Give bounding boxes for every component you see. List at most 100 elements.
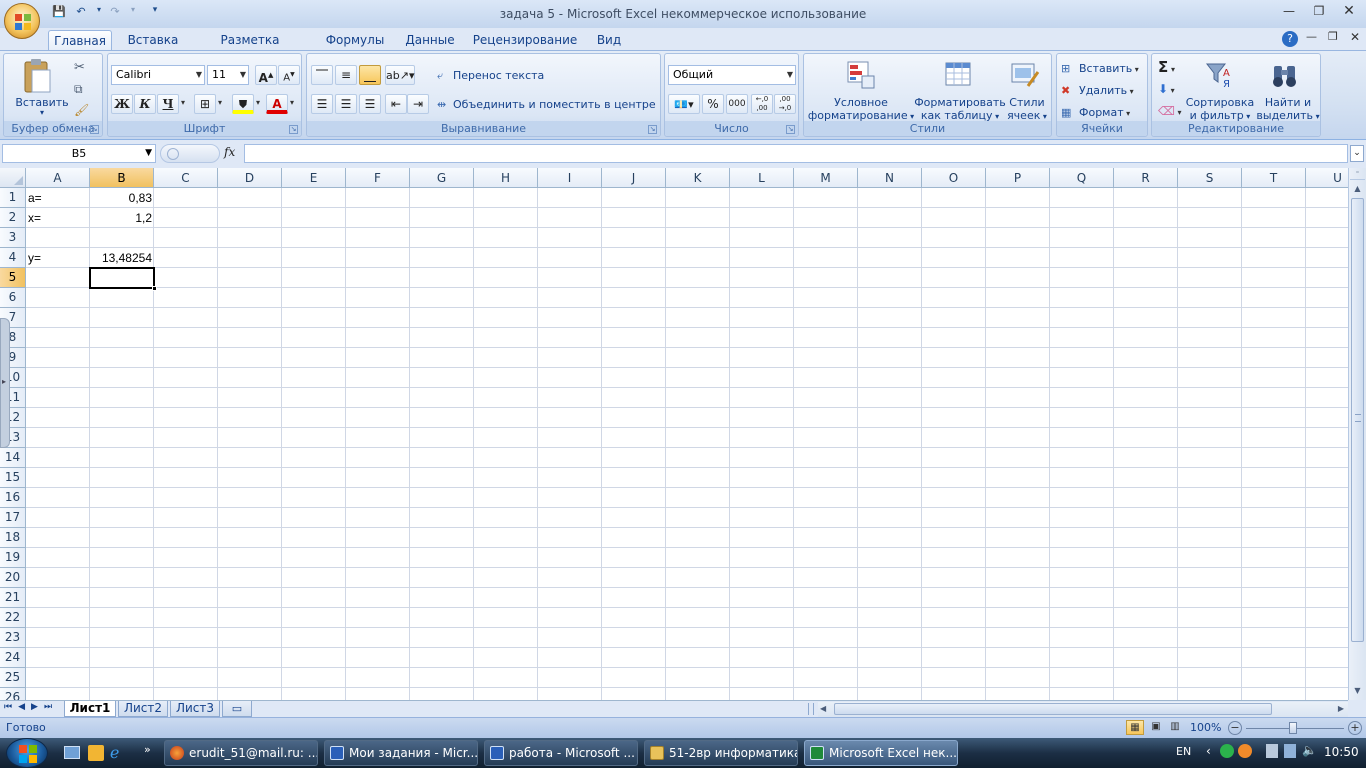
increase-decimal-button[interactable]: ←,0 ,00 (751, 94, 773, 114)
font-launcher-icon[interactable]: ↘ (289, 125, 298, 134)
next-sheet-icon[interactable]: ▶ (31, 702, 44, 712)
font-name-combo[interactable]: Calibri ▼ (111, 65, 205, 85)
formula-input[interactable] (244, 144, 1348, 163)
currency-button[interactable]: 💶▾ (668, 94, 700, 114)
language-indicator[interactable]: EN (1176, 745, 1191, 758)
row-header-3[interactable]: 3 (0, 228, 26, 248)
name-box[interactable]: B5 ▼ (2, 144, 156, 163)
scroll-up-icon[interactable]: ▲ (1350, 181, 1365, 196)
row-header-4[interactable]: 4 (0, 248, 26, 268)
fill-button[interactable]: ⬇ ▾ (1158, 82, 1175, 96)
column-header-F[interactable]: F (346, 168, 410, 188)
italic-button[interactable]: К (134, 94, 156, 114)
column-header-H[interactable]: H (474, 168, 538, 188)
column-header-T[interactable]: T (1242, 168, 1306, 188)
font-color-button[interactable]: A (266, 94, 288, 114)
column-header-C[interactable]: C (154, 168, 218, 188)
split-box[interactable]: ⁼ (1350, 168, 1365, 180)
align-center-button[interactable]: ☰ (335, 94, 357, 114)
internet-explorer-icon[interactable]: ℯ (110, 743, 119, 762)
row-header-18[interactable]: 18 (0, 528, 26, 548)
scroll-right-icon[interactable]: ▶ (1338, 704, 1344, 713)
undo-icon[interactable]: ↶ (72, 5, 90, 21)
row-header-14[interactable]: 14 (0, 448, 26, 468)
column-header-I[interactable]: I (538, 168, 602, 188)
tab-split-handle[interactable] (808, 703, 814, 715)
save-icon[interactable]: 💾 (50, 5, 68, 21)
help-icon[interactable]: ? (1282, 31, 1298, 47)
expand-formula-bar-icon[interactable]: ⌄ (1350, 145, 1364, 162)
column-header-N[interactable]: N (858, 168, 922, 188)
cell-B4[interactable]: 13,48254 (90, 248, 154, 268)
ribbon-restore-icon[interactable]: ❐ (1328, 30, 1338, 43)
zoom-in-icon[interactable]: + (1348, 721, 1362, 735)
bold-button[interactable]: Ж (111, 94, 133, 114)
ribbon-minimize-icon[interactable]: — (1306, 30, 1317, 43)
row-header-2[interactable]: 2 (0, 208, 26, 228)
decrease-decimal-button[interactable]: ,00 →,0 (774, 94, 796, 114)
merge-center-button[interactable]: ⇹Объединить и поместить в центре ▾ (437, 95, 657, 131)
copy-icon[interactable]: ⧉ (74, 82, 83, 97)
tab-insert[interactable]: Вставка (120, 30, 186, 50)
zoom-slider-thumb[interactable] (1289, 722, 1297, 734)
format-as-table-button[interactable]: Форматировать как таблицу ▾ (914, 96, 1006, 122)
clear-button[interactable]: ⌫ ▾ (1158, 104, 1182, 118)
format-cells-button[interactable]: ▦ Формат ▾ (1061, 104, 1147, 122)
row-header-22[interactable]: 22 (0, 608, 26, 628)
tab-review[interactable]: Рецензирование (470, 30, 580, 50)
close-window-button[interactable]: ✕ (1336, 2, 1362, 20)
last-sheet-icon[interactable]: ⏭ (44, 702, 58, 712)
show-desktop-icon[interactable] (64, 746, 80, 759)
sheet-tab-3[interactable]: Лист3 (170, 701, 220, 717)
cell-styles-button[interactable]: Стили ячеек ▾ (1004, 96, 1050, 122)
row-header-19[interactable]: 19 (0, 548, 26, 568)
tab-page-layout[interactable]: Разметка страницы (192, 30, 308, 67)
media-player-icon[interactable] (88, 745, 104, 761)
active-cell-B5[interactable] (89, 267, 157, 291)
row-header-1[interactable]: 1 (0, 188, 26, 208)
row-header-17[interactable]: 17 (0, 508, 26, 528)
horizontal-scroll-thumb[interactable] (834, 703, 1272, 715)
customize-qat-icon[interactable]: ▾ (146, 5, 164, 21)
cut-icon[interactable]: ✂ (74, 60, 85, 75)
increase-indent-button[interactable]: ⇥ (407, 94, 429, 114)
network-icon[interactable] (1284, 744, 1296, 758)
find-select-button[interactable]: Найти и выделить ▾ (1256, 96, 1320, 122)
column-header-Q[interactable]: Q (1050, 168, 1114, 188)
align-right-button[interactable]: ☰ (359, 94, 381, 114)
vertical-scrollbar[interactable]: ⁼ ▲ ▼ (1348, 168, 1366, 700)
column-header-E[interactable]: E (282, 168, 346, 188)
cell-A1[interactable]: a= (26, 188, 90, 208)
sheet-nav-buttons[interactable]: ⏮◀▶⏭ (4, 702, 58, 712)
normal-view-button[interactable]: ▦ (1126, 720, 1144, 735)
sheet-tab-1[interactable]: Лист1 (64, 701, 116, 717)
row-header-24[interactable]: 24 (0, 648, 26, 668)
column-header-L[interactable]: L (730, 168, 794, 188)
row-header-6[interactable]: 6 (0, 288, 26, 308)
autosum-button[interactable]: Σ ▾ (1158, 58, 1175, 76)
number-launcher-icon[interactable]: ↘ (786, 125, 795, 134)
font-size-combo[interactable]: 11 ▼ (207, 65, 249, 85)
cell-A4[interactable]: y= (26, 248, 90, 268)
side-panel-handle[interactable]: ▸ (0, 318, 10, 448)
zoom-out-icon[interactable]: − (1228, 721, 1242, 735)
format-painter-icon[interactable]: 🖌 (74, 103, 89, 117)
alignment-launcher-icon[interactable]: ↘ (648, 125, 657, 134)
row-header-21[interactable]: 21 (0, 588, 26, 608)
row-header-25[interactable]: 25 (0, 668, 26, 688)
borders-dropdown-icon[interactable]: ▾ (218, 98, 222, 107)
tray-app-icon[interactable] (1238, 744, 1252, 758)
maximize-window-button[interactable]: ❐ (1306, 2, 1332, 20)
wrap-text-button[interactable]: ⤶ Перенос текста (437, 66, 637, 86)
sort-filter-button[interactable]: Сортировка и фильтр ▾ (1184, 96, 1256, 122)
column-header-R[interactable]: R (1114, 168, 1178, 188)
safely-remove-icon[interactable] (1266, 744, 1278, 758)
minimize-window-button[interactable]: — (1276, 2, 1302, 20)
vertical-scroll-thumb[interactable] (1351, 198, 1364, 642)
taskbar-item-word-1[interactable]: Мои задания - Micr... (324, 740, 478, 766)
cell-B1[interactable]: 0,83 (90, 188, 154, 208)
workbook-close-icon[interactable]: ✕ (1350, 30, 1360, 44)
borders-button[interactable]: ⊞ (194, 94, 216, 114)
column-header-M[interactable]: M (794, 168, 858, 188)
clock[interactable]: 10:50 (1324, 745, 1359, 759)
